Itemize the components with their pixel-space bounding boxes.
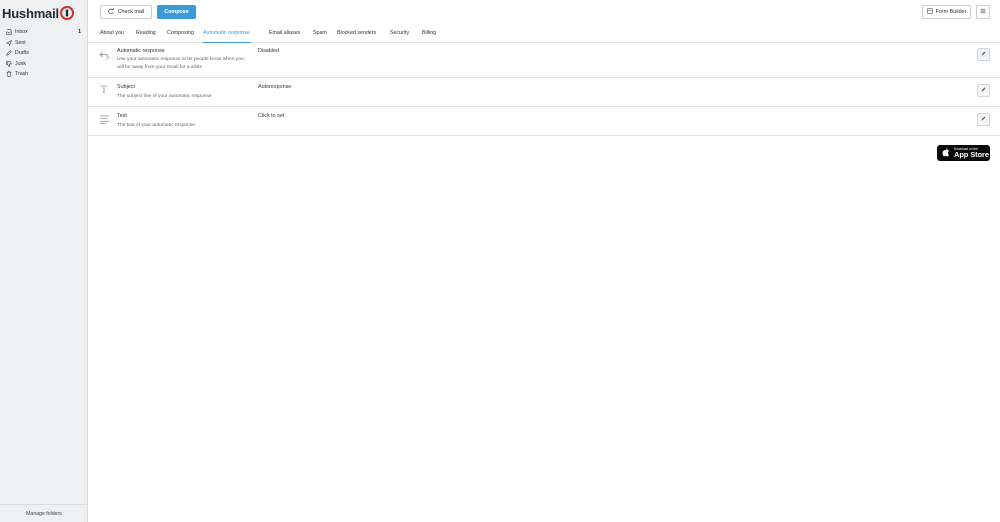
form-icon [926,8,933,16]
folder-list: Inbox 1 Sent Drafts Junk Trash [0,27,88,80]
setting-description: The text of your automatic response [117,123,196,128]
tab-automatic-response[interactable]: Automatic response [203,27,251,43]
reply-arrows-icon [98,50,110,62]
setting-value[interactable]: Autoresponse [258,84,291,90]
tab-spam[interactable]: Spam [313,27,327,43]
setting-row-automatic-response: Automatic response Use your automatic re… [88,43,1000,78]
folder-label: Inbox [15,29,28,36]
check-mail-button[interactable]: Check mail [100,5,152,19]
app-store-text: Download on the App Store [954,147,989,159]
keyhole-logo-icon [59,6,74,20]
sidebar: Hushmail Inbox 1 Sent Drafts Junk Trash … [0,0,88,522]
folder-inbox[interactable]: Inbox 1 [0,27,88,38]
pencil-icon [981,116,986,123]
compose-button[interactable]: Compose [157,5,196,19]
folder-trash[interactable]: Trash [0,69,88,80]
refresh-icon [107,8,114,16]
tab-about-you[interactable]: About you [100,27,124,43]
manage-folders-link[interactable]: Manage folders [0,504,88,522]
app-store-badge[interactable]: Download on the App Store [937,145,990,161]
setting-row-subject: T Subject The subject line of your autom… [88,78,1000,107]
tab-email-aliases[interactable]: Email aliases [269,27,300,43]
setting-description: Use your automatic response to let peopl… [117,57,244,70]
folder-sent[interactable]: Sent [0,38,88,49]
edit-button[interactable] [977,84,990,97]
pencil-icon [981,87,986,94]
edit-button[interactable] [977,113,990,126]
text-lines-icon [98,113,110,125]
setting-value[interactable]: Click to set [258,113,284,119]
send-icon [5,39,13,46]
pencil-icon [5,50,13,57]
edit-button[interactable] [977,48,990,61]
form-builder-label: Form Builder [935,9,967,15]
setting-value[interactable]: Disabled [258,48,279,54]
setting-title: Text [117,113,127,119]
compose-label: Compose [164,9,189,15]
folder-drafts[interactable]: Drafts [0,48,88,59]
setting-row-text: Text The text of your automatic response… [88,107,1000,136]
folder-label: Sent [15,39,26,46]
trash-icon [5,71,13,77]
app-store-big-text: App Store [954,149,989,159]
text-t-icon: T [100,84,108,96]
logo-text: Hushmail [2,5,59,21]
apple-icon [942,147,950,159]
form-builder-button[interactable]: Form Builder [922,5,971,19]
inbox-icon [5,29,13,35]
folder-junk[interactable]: Junk [0,59,88,70]
setting-description: The subject line of your automatic respo… [117,94,212,99]
tab-reading[interactable]: Reading [136,27,156,43]
folder-label: Trash [15,71,29,78]
setting-title: Subject [117,84,135,90]
pencil-icon [981,51,986,58]
check-mail-label: Check mail [117,9,145,15]
tab-security[interactable]: Security [390,27,409,43]
hushmail-logo[interactable]: Hushmail [2,4,74,22]
menu-button[interactable] [976,5,990,19]
tab-billing[interactable]: Billing [422,27,436,43]
tab-composing[interactable]: Composing [167,27,194,43]
tab-blocked-senders[interactable]: Blocked senders [337,27,376,43]
setting-title: Automatic response [117,48,165,54]
folder-label: Junk [15,60,26,67]
thumbs-down-icon [5,61,13,67]
hamburger-icon [980,8,986,16]
unread-count-badge: 1 [78,29,81,36]
settings-tabs: About you Reading Composing Automatic re… [88,27,1000,43]
folder-label: Drafts [15,50,29,57]
